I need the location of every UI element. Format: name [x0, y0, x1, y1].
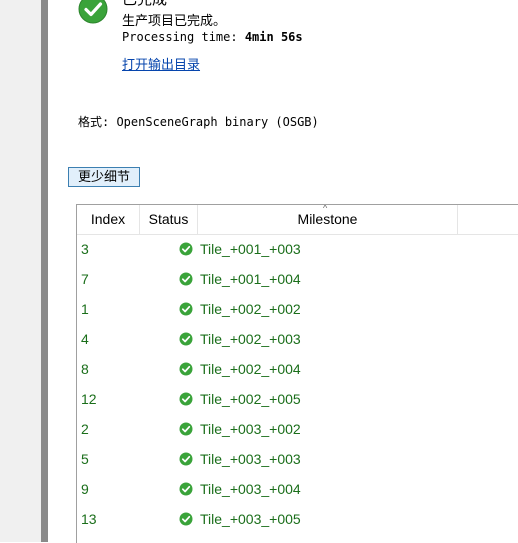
index-cell: 1 — [81, 301, 89, 317]
milestone-cell: Tile_+002_+002 — [200, 301, 301, 317]
panel-divider[interactable] — [41, 0, 48, 542]
index-cell: 12 — [81, 391, 97, 407]
milestone-cell: Tile_+002_+005 — [200, 391, 301, 407]
status-ok-icon — [179, 302, 193, 316]
table-row[interactable]: 3 Tile_+001_+003 — [77, 234, 518, 264]
status-ok-icon — [179, 242, 193, 256]
processing-time-label: Processing time: — [122, 30, 245, 44]
status-ok-icon — [179, 362, 193, 376]
status-ok-icon — [179, 272, 193, 286]
milestone-cell: Tile_+001_+003 — [200, 241, 301, 257]
status-ok-icon — [179, 392, 193, 406]
less-details-button[interactable]: 更少细节 — [68, 167, 140, 187]
status-ok-icon — [179, 512, 193, 526]
index-cell: 2 — [81, 421, 89, 437]
table-row[interactable]: 7 Tile_+001_+004 — [77, 264, 518, 294]
status-ok-icon — [179, 332, 193, 346]
status-ok-icon — [179, 452, 193, 466]
table-row[interactable]: 8 Tile_+002_+004 — [77, 354, 518, 384]
milestone-cell: Tile_+001_+004 — [200, 271, 301, 287]
milestone-cell: Tile_+002_+004 — [200, 361, 301, 377]
output-format: 格式: OpenSceneGraph binary (OSGB) — [78, 115, 319, 129]
column-header-index[interactable]: Index — [77, 205, 139, 234]
success-check-icon — [78, 0, 108, 24]
status-title: 已完成 — [122, 0, 167, 9]
table-row[interactable]: 13 Tile_+003_+005 — [77, 504, 518, 534]
index-cell: 5 — [81, 451, 89, 467]
column-separator[interactable] — [457, 205, 458, 234]
status-ok-icon — [179, 422, 193, 436]
index-cell: 7 — [81, 271, 89, 287]
milestone-cell: Tile_+003_+002 — [200, 421, 301, 437]
column-header-status[interactable]: Status — [140, 205, 197, 234]
completion-message: 生产项目已完成。 — [122, 13, 227, 28]
index-cell: 3 — [81, 241, 89, 257]
table-row[interactable]: 5 Tile_+003_+003 — [77, 444, 518, 474]
milestone-cell: Tile_+003_+005 — [200, 511, 301, 527]
processing-time-value: 4min 56s — [244, 30, 303, 44]
milestone-grid: Index Status ^ Milestone 3 Tile_+001_+003… — [76, 204, 518, 543]
table-row[interactable]: 1 Tile_+002_+002 — [77, 294, 518, 324]
index-cell: 4 — [81, 331, 89, 347]
milestone-cell: Tile_+002_+003 — [200, 331, 301, 347]
open-output-folder-link[interactable]: 打开输出目录 — [122, 54, 200, 73]
table-row[interactable]: 4 Tile_+002_+003 — [77, 324, 518, 354]
table-row[interactable]: 2 Tile_+003_+002 — [77, 414, 518, 444]
milestone-cell: Tile_+003_+003 — [200, 451, 301, 467]
milestone-cell: Tile_+003_+004 — [200, 481, 301, 497]
index-cell: 9 — [81, 481, 89, 497]
index-cell: 13 — [81, 511, 97, 527]
processing-time: Processing time: 4min 56s — [122, 30, 303, 44]
table-row[interactable]: 12 Tile_+002_+005 — [77, 384, 518, 414]
status-ok-icon — [179, 482, 193, 496]
left-panel — [0, 0, 41, 542]
table-row[interactable]: 9 Tile_+003_+004 — [77, 474, 518, 504]
grid-header: Index Status ^ Milestone — [77, 205, 518, 235]
index-cell: 8 — [81, 361, 89, 377]
column-header-milestone[interactable]: Milestone — [198, 205, 457, 234]
